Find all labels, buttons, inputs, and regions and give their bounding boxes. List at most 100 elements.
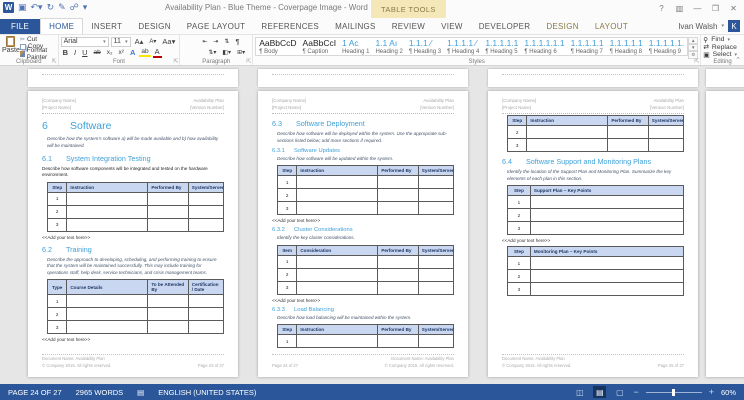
table-row[interactable]: 2 (507, 208, 685, 223)
qat-customize-icon[interactable]: ▾ (83, 2, 88, 13)
italic-button[interactable]: I (72, 48, 78, 57)
table-row[interactable]: 3 (46, 217, 225, 232)
tab-developer[interactable]: DEVELOPER (471, 19, 539, 34)
table-cell[interactable] (377, 267, 419, 282)
help-icon[interactable]: ? (653, 1, 670, 15)
table-cell[interactable] (147, 307, 189, 322)
document-page-24[interactable]: [Company Name] [Project Name] Availability… (258, 91, 468, 377)
table-row[interactable]: 3 (46, 320, 225, 335)
table-cell[interactable] (377, 188, 419, 203)
tab-insert[interactable]: INSERT (83, 19, 130, 34)
bold-button[interactable]: B (61, 48, 70, 57)
table-cell[interactable] (66, 294, 149, 309)
table-cell[interactable] (417, 280, 455, 295)
add-text-placeholder[interactable]: <<Add your text here>> (42, 235, 224, 240)
table-cell[interactable] (529, 282, 685, 297)
add-text-placeholder[interactable]: <<Add your text here>> (272, 298, 454, 303)
table-cell[interactable] (66, 191, 149, 206)
text-effects-button[interactable]: A (128, 48, 137, 57)
style-item--heading-3[interactable]: 1.1.1 ⁄ ¶ Heading 3 (406, 38, 444, 55)
styles-scroll-up-icon[interactable]: ▲ (688, 37, 699, 44)
read-mode-icon[interactable]: ◫ (573, 386, 586, 398)
table-row[interactable]: 3 (507, 221, 685, 236)
table-cell[interactable] (147, 204, 189, 219)
table-cell[interactable]: 1 (46, 191, 68, 206)
table-cell[interactable] (529, 208, 685, 223)
account-area[interactable]: Ivan Walsh ▾ K (678, 20, 740, 32)
table-cell[interactable]: 3 (276, 280, 298, 295)
zoom-in-icon[interactable]: + (709, 387, 714, 397)
table-cell[interactable] (147, 191, 189, 206)
table-cell[interactable] (417, 201, 455, 216)
table-cell[interactable] (187, 191, 225, 206)
table-cell[interactable]: 2 (276, 188, 298, 203)
restore-icon[interactable]: ❐ (707, 1, 724, 15)
table-cell[interactable] (377, 280, 419, 295)
shrink-font-button[interactable]: A▾ (147, 38, 158, 45)
table-cell[interactable] (417, 267, 455, 282)
table-cell[interactable] (187, 217, 225, 232)
sort-button[interactable]: ⇅ (222, 38, 231, 45)
ribbon-display-options-icon[interactable]: ▥ (671, 1, 688, 15)
borders-button[interactable]: ⊞▾ (235, 49, 247, 56)
table-cell[interactable] (529, 269, 685, 284)
table-cell[interactable] (296, 188, 379, 203)
table-cell[interactable]: 2 (276, 267, 298, 282)
table-cell[interactable] (66, 307, 149, 322)
style-item--body[interactable]: AaBbCcD ¶ Body (256, 38, 299, 55)
table-cell[interactable] (377, 334, 419, 349)
zoom-slider[interactable] (645, 388, 702, 396)
draw-icon[interactable]: ✎ (58, 2, 66, 13)
table-cell[interactable]: 2 (506, 125, 528, 140)
table-row[interactable]: 3 (276, 201, 455, 216)
data-table[interactable]: Step Instruction Performed By System/Server… (276, 165, 455, 216)
save-icon[interactable]: ▣ (18, 2, 27, 13)
style-item--heading-9[interactable]: 1.1.1.1.1. ¶ Heading 9 (646, 38, 687, 55)
table-row[interactable]: 1 (276, 254, 455, 269)
table-cell[interactable] (187, 294, 225, 309)
table-cell[interactable] (187, 307, 225, 322)
table-cell[interactable] (607, 125, 649, 140)
table-cell[interactable]: 3 (506, 138, 528, 153)
font-color-button[interactable]: A (152, 47, 162, 58)
increase-indent-button[interactable]: ⇥ (211, 38, 220, 45)
table-row[interactable]: 1 (46, 191, 225, 206)
table-cell[interactable]: 3 (507, 282, 531, 297)
table-cell[interactable] (529, 256, 685, 271)
table-cell[interactable] (647, 125, 685, 140)
add-text-placeholder[interactable]: <<Add your text here>> (502, 238, 684, 243)
data-table[interactable]: Step Instruction Performed By System/Server… (46, 181, 225, 232)
table-cell[interactable] (377, 175, 419, 190)
table-row[interactable]: 3 (507, 282, 685, 297)
table-cell[interactable] (296, 267, 379, 282)
touch-mode-icon[interactable]: ☍ (70, 2, 79, 13)
table-cell[interactable] (417, 188, 455, 203)
table-cell[interactable]: 1 (507, 195, 531, 210)
tab-design[interactable]: DESIGN (538, 19, 586, 34)
subscript-button[interactable]: x₂ (105, 49, 115, 56)
table-cell[interactable] (187, 204, 225, 219)
table-cell[interactable] (66, 204, 149, 219)
data-table[interactable]: Step Instruction Performed By System/Server… (276, 324, 455, 349)
table-cell[interactable] (647, 138, 685, 153)
table-cell[interactable]: 3 (276, 201, 298, 216)
font-name-select[interactable]: Arial ▾ (60, 36, 109, 47)
font-dialog-launcher[interactable]: ⇱ (173, 58, 178, 65)
style-item--heading-4[interactable]: 1.1.1.1 ⁄ ¶ Heading 4 (444, 38, 482, 55)
add-text-placeholder[interactable]: <<Add your text here>> (272, 218, 454, 223)
decrease-indent-button[interactable]: ⇤ (200, 38, 209, 45)
table-row[interactable]: 1 (507, 195, 685, 210)
tab-view[interactable]: VIEW (433, 19, 471, 34)
table-cell[interactable] (66, 217, 149, 232)
table-cell[interactable] (66, 320, 149, 335)
underline-button[interactable]: U (80, 48, 89, 57)
data-table[interactable]: Step Monitoring Plan – Key Points 1 2 3 (507, 246, 685, 297)
find-button[interactable]: ⚲ Find ▾ (703, 36, 742, 44)
style-item-heading-1[interactable]: 1 Ac Heading 1 (339, 38, 372, 55)
table-cell[interactable]: 2 (46, 307, 68, 322)
minimize-icon[interactable]: ― (689, 1, 706, 15)
style-item--heading-5[interactable]: 1.1.1.1.1 ¶ Heading 5 (482, 38, 521, 55)
document-canvas[interactable]: [Company Name] [Project Name] Availability… (0, 67, 744, 384)
table-cell[interactable] (296, 254, 379, 269)
table-cell[interactable]: 2 (46, 204, 68, 219)
